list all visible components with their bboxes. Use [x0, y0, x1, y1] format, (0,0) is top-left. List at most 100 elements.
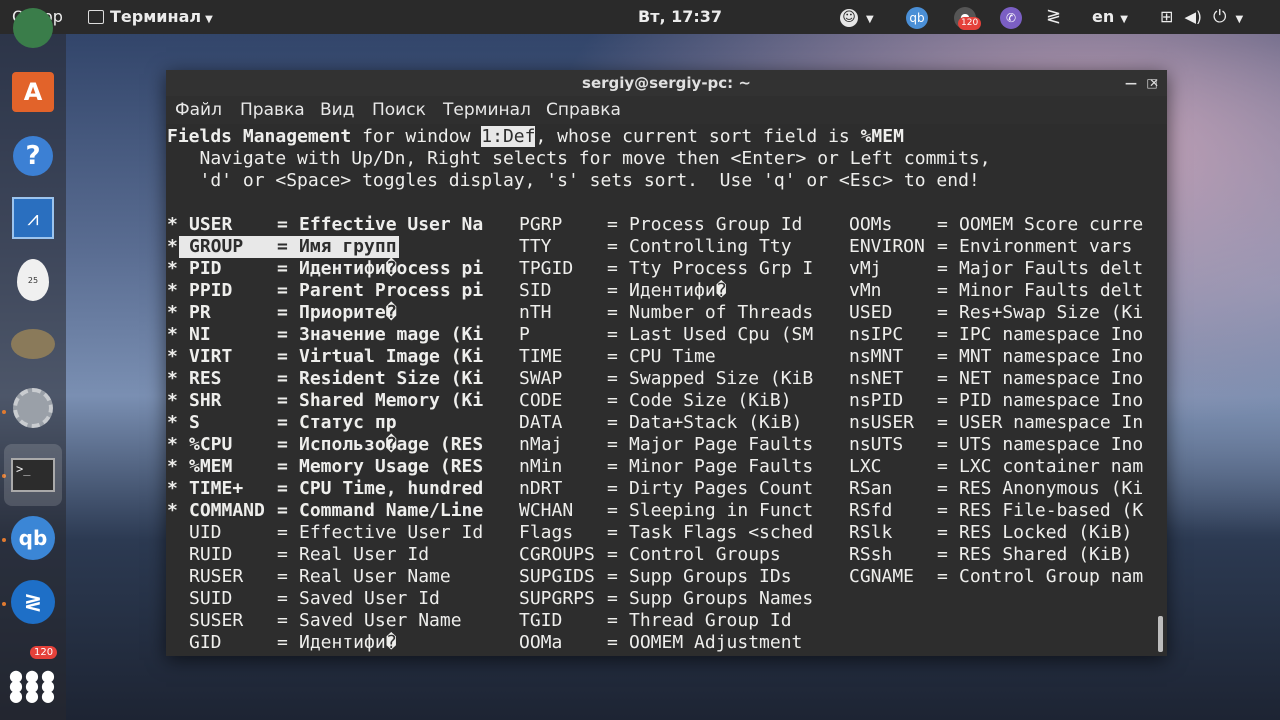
dock-item-partial[interactable]	[9, 4, 57, 52]
qbittorrent-tray[interactable]: qb	[906, 0, 928, 34]
running-indicator	[2, 410, 6, 414]
header-text: for window	[351, 126, 482, 147]
field-separator: =	[937, 302, 948, 323]
zoom-tray[interactable]: ≷	[1046, 0, 1061, 34]
dock-item-zoom[interactable]: ≷	[9, 578, 57, 626]
field-name: TIME	[519, 346, 563, 367]
running-indicator	[2, 538, 6, 542]
field-active-marker: *	[167, 368, 178, 389]
field-description: Last Used Cpu (SM	[629, 324, 814, 345]
field-name: nsIPC	[849, 324, 904, 345]
field-separator: =	[937, 390, 948, 411]
language-menu[interactable]: en ▼	[1092, 0, 1128, 34]
field-description: Minor Faults delt	[959, 280, 1144, 301]
field-description: Saved User Id	[299, 588, 440, 609]
field-name: TTY	[519, 236, 552, 257]
field-name: OOMa	[519, 632, 563, 653]
field-description: Command Name/Line	[299, 500, 484, 521]
field-separator: =	[277, 456, 288, 477]
field-description: Swapped Size (KiB	[629, 368, 814, 389]
dock-item-qbittorrent[interactable]: qb	[9, 514, 57, 562]
menu-view[interactable]: Вид	[320, 96, 354, 124]
clock[interactable]: Вт, 17:37	[638, 0, 722, 34]
field-separator: =	[277, 632, 288, 653]
dock-item-help[interactable]: ?	[9, 132, 57, 180]
chevron-down-icon: ▼	[1235, 14, 1244, 25]
field-name: nsUSER	[849, 412, 915, 433]
dock-item-egg-timer[interactable]: 25	[9, 256, 57, 304]
field-name: SUSER	[189, 610, 244, 631]
dock-item-software-center[interactable]: A	[9, 68, 57, 116]
power-icon: ⏻	[1212, 7, 1227, 27]
field-name: RSsh	[849, 544, 893, 565]
help-line: 'd' or <Space> toggles display, 's' sets…	[167, 170, 980, 191]
field-separator: =	[277, 522, 288, 543]
gimp-icon	[11, 329, 55, 359]
field-description: CPU Time	[629, 346, 716, 367]
field-separator: =	[937, 324, 948, 345]
minimize-icon[interactable]: —	[1121, 70, 1141, 96]
field-name: SUID	[189, 588, 233, 609]
field-active-marker: *	[167, 346, 178, 367]
dock-item-gimp[interactable]	[9, 320, 57, 368]
dock-item-system-monitor[interactable]: ⩘	[9, 194, 57, 242]
menu-search[interactable]: Поиск	[372, 96, 426, 124]
field-description: Effective User Id	[299, 522, 484, 543]
field-separator: =	[607, 368, 618, 389]
menu-file[interactable]: Файл	[175, 96, 222, 124]
field-description: Major Page Faults	[629, 434, 814, 455]
field-description: Tty Process Grp I	[629, 258, 814, 279]
terminal-output[interactable]: Fields Management for window 1:Def, whos…	[167, 126, 1152, 656]
field-name: nMaj	[519, 434, 563, 455]
zoom-icon: ≷	[1046, 6, 1062, 27]
field-separator: =	[937, 500, 948, 521]
field-name: CODE	[519, 390, 563, 411]
field-separator: =	[607, 588, 618, 609]
dock-item-settings[interactable]	[9, 384, 57, 432]
zoom-icon: ≷	[11, 580, 55, 624]
field-separator: =	[607, 456, 618, 477]
dock-item-terminal[interactable]: >_	[4, 444, 62, 506]
field-name: nsMNT	[849, 346, 904, 367]
field-separator: =	[277, 236, 288, 257]
field-separator: =	[937, 214, 948, 235]
field-name: RUSER	[189, 566, 244, 587]
field-active-marker	[167, 544, 178, 566]
field-description: Имя групп	[299, 236, 397, 257]
close-icon[interactable]: ✕	[1144, 70, 1164, 96]
field-active-marker: *	[167, 500, 178, 521]
scrollbar[interactable]	[1158, 616, 1163, 652]
field-separator: =	[607, 434, 618, 455]
field-description: MNT namespace Ino	[959, 346, 1144, 367]
field-description: OOMEM Score curre	[959, 214, 1144, 235]
field-name: Flags	[519, 522, 574, 543]
app-icon	[13, 8, 53, 48]
field-description: Control Groups	[629, 544, 781, 565]
field-description: Controlling Tty	[629, 236, 792, 257]
terminal-icon: >_	[11, 458, 55, 492]
app-menu-button[interactable]: Терминал ▼	[88, 0, 213, 34]
show-applications-button[interactable]: ●●● ●●● ●●●	[9, 662, 57, 710]
field-name: COMMAND	[189, 500, 265, 521]
field-separator: =	[937, 346, 948, 367]
field-separator: =	[937, 412, 948, 433]
system-menu[interactable]: ⊞ ◀) ⏻ ▼	[1160, 0, 1243, 34]
field-description: RES Shared (KiB)	[959, 544, 1133, 565]
notifications-tray[interactable]: ● 120	[954, 0, 982, 34]
accessibility-menu[interactable]: ☺ ▼	[840, 0, 874, 34]
field-name: USER	[189, 214, 233, 235]
field-separator: =	[277, 434, 288, 455]
field-separator: =	[607, 412, 618, 433]
field-name: nsUTS	[849, 434, 904, 455]
viber-tray[interactable]: ✆	[1000, 0, 1022, 34]
field-separator: =	[937, 280, 948, 301]
menu-edit[interactable]: Правка	[240, 96, 305, 124]
menu-terminal[interactable]: Терминал	[443, 96, 531, 124]
field-active-marker: *	[167, 236, 178, 257]
field-name: PID	[189, 258, 222, 279]
menu-help[interactable]: Справка	[546, 96, 621, 124]
field-description: OOMEM Adjustment	[629, 632, 803, 653]
field-name: PR	[189, 302, 211, 323]
window-titlebar[interactable]: sergiy@sergiy-pc: ~ — □ ✕	[166, 70, 1167, 96]
field-description: Real User Name	[299, 566, 451, 587]
